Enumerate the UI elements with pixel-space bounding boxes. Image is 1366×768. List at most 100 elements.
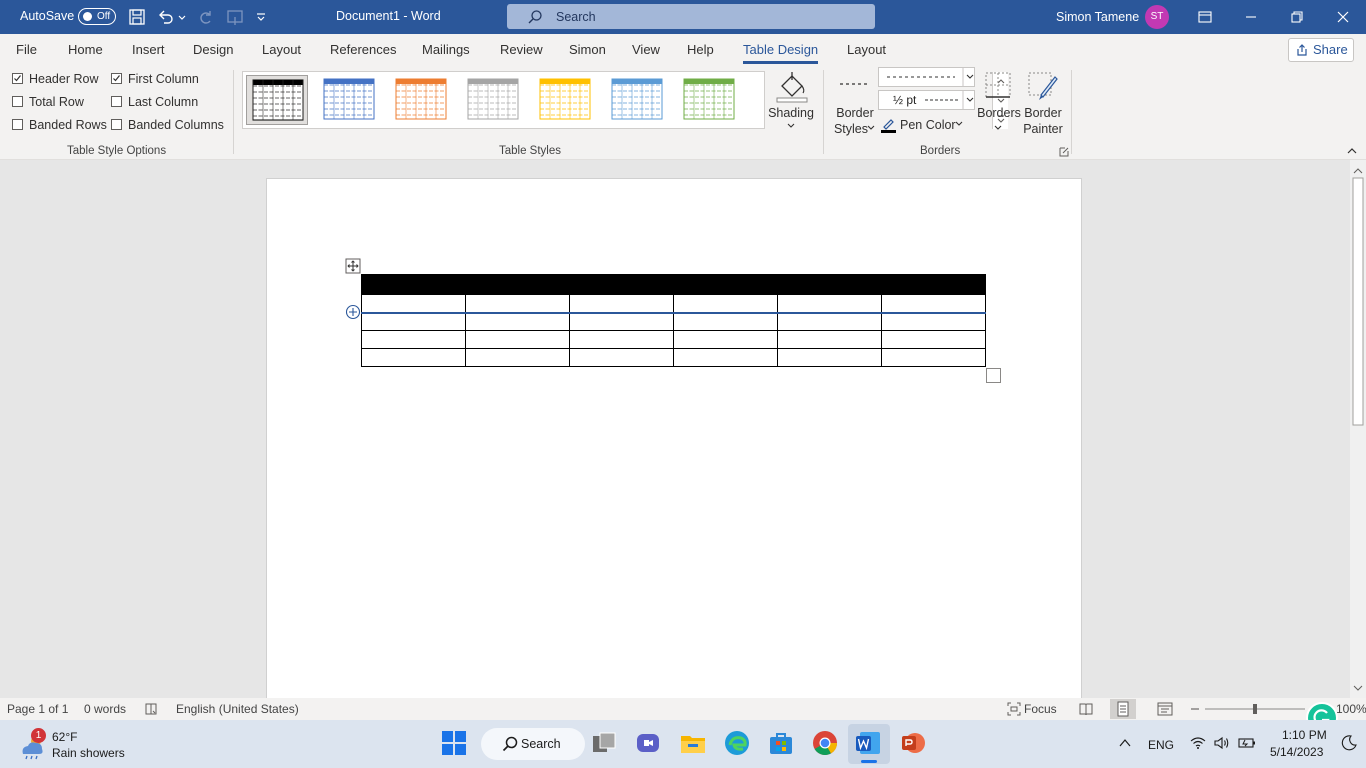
save-icon[interactable] xyxy=(127,7,147,27)
table-cell[interactable] xyxy=(881,330,986,349)
task-view-icon[interactable] xyxy=(591,730,617,756)
wifi-icon[interactable] xyxy=(1190,736,1206,750)
undo-icon[interactable] xyxy=(156,7,176,27)
teams-chat-icon[interactable] xyxy=(635,730,661,756)
border-painter-icon[interactable] xyxy=(1027,71,1059,103)
table-cell[interactable] xyxy=(777,312,882,331)
chrome-icon[interactable] xyxy=(812,730,838,756)
table-cell[interactable] xyxy=(465,348,570,367)
pen-color-icon[interactable] xyxy=(880,117,898,133)
shading-icon[interactable] xyxy=(772,70,812,110)
table-cell[interactable] xyxy=(361,330,466,349)
search-box[interactable]: Search xyxy=(507,4,875,29)
tab-help[interactable]: Help xyxy=(687,42,714,57)
tab-simon[interactable]: Simon xyxy=(569,42,606,57)
zoom-out-icon[interactable] xyxy=(1188,701,1202,717)
word-count[interactable]: 0 words xyxy=(84,702,126,716)
undo-dropdown-icon[interactable] xyxy=(177,7,187,27)
table-cell[interactable] xyxy=(777,348,882,367)
border-styles-icon[interactable] xyxy=(838,76,870,96)
border-styles-label-1[interactable]: Border xyxy=(834,105,876,121)
borders-dialog-launcher-icon[interactable] xyxy=(1059,147,1069,157)
table-cell[interactable] xyxy=(673,348,778,367)
battery-icon[interactable] xyxy=(1238,736,1256,750)
tab-table-layout[interactable]: Layout xyxy=(847,42,886,57)
table-cell[interactable] xyxy=(361,348,466,367)
table-cell[interactable] xyxy=(569,274,674,295)
table-cell[interactable] xyxy=(673,294,778,313)
redo-icon[interactable] xyxy=(195,7,215,27)
table-cell[interactable] xyxy=(673,330,778,349)
tab-mailings[interactable]: Mailings xyxy=(422,42,470,57)
print-layout-icon[interactable] xyxy=(1110,699,1136,719)
table-cell[interactable] xyxy=(777,330,882,349)
table-cell[interactable] xyxy=(569,312,674,331)
vertical-scrollbar[interactable] xyxy=(1350,160,1366,698)
table-cell[interactable] xyxy=(881,348,986,367)
proofing-icon[interactable] xyxy=(144,702,158,716)
table-style-thumb[interactable] xyxy=(246,75,308,125)
tab-layout[interactable]: Layout xyxy=(262,42,301,57)
table-style-thumb[interactable] xyxy=(534,75,596,125)
table-row[interactable] xyxy=(361,294,986,313)
zoom-slider[interactable] xyxy=(1205,701,1305,717)
web-layout-icon[interactable] xyxy=(1157,701,1173,717)
table-style-thumb[interactable] xyxy=(678,75,740,125)
word-taskbar-button[interactable] xyxy=(848,724,890,764)
tab-review[interactable]: Review xyxy=(500,42,543,57)
border-painter-label-2[interactable]: Painter xyxy=(1021,121,1065,137)
volume-icon[interactable] xyxy=(1213,736,1231,750)
tab-table-design[interactable]: Table Design xyxy=(743,42,819,64)
user-name[interactable]: Simon Tamene xyxy=(1056,10,1139,24)
focus-label[interactable]: Focus xyxy=(1024,702,1057,716)
tab-insert[interactable]: Insert xyxy=(132,42,165,57)
pen-color-label[interactable]: Pen Color xyxy=(900,117,956,133)
read-mode-icon[interactable] xyxy=(1078,701,1094,717)
table-cell[interactable] xyxy=(465,312,570,331)
table-cell[interactable] xyxy=(777,294,882,313)
focus-icon[interactable] xyxy=(1007,702,1021,716)
table-cell[interactable] xyxy=(673,274,778,295)
table-cell[interactable] xyxy=(465,330,570,349)
table-cell[interactable] xyxy=(361,274,466,295)
tab-design[interactable]: Design xyxy=(193,42,233,57)
shading-dropdown-icon[interactable] xyxy=(786,122,796,130)
touch-mode-icon[interactable] xyxy=(225,7,245,27)
shading-label[interactable]: Shading xyxy=(768,105,814,121)
minimize-button[interactable] xyxy=(1228,0,1274,34)
table-row[interactable] xyxy=(361,330,986,349)
weather-desc[interactable]: Rain showers xyxy=(52,746,125,760)
table-row[interactable] xyxy=(361,348,986,367)
document-page[interactable] xyxy=(266,178,1082,718)
microsoft-store-icon[interactable] xyxy=(768,730,794,756)
clock-time[interactable]: 1:10 PM xyxy=(1282,728,1327,742)
tab-file[interactable]: File xyxy=(16,42,37,57)
table-cell[interactable] xyxy=(881,294,986,313)
borders-label[interactable]: Borders xyxy=(977,105,1021,121)
table-style-thumb[interactable] xyxy=(462,75,524,125)
table-move-handle-icon[interactable] xyxy=(345,258,361,274)
avatar[interactable]: ST xyxy=(1145,5,1169,29)
table-header-row[interactable] xyxy=(361,274,986,295)
table-cell[interactable] xyxy=(361,294,466,313)
pen-color-dropdown-icon[interactable] xyxy=(954,120,964,128)
tab-view[interactable]: View xyxy=(632,42,660,57)
borders-dropdown-icon[interactable] xyxy=(993,124,1003,132)
table-style-thumb[interactable] xyxy=(318,75,380,125)
table-style-thumb[interactable] xyxy=(390,75,452,125)
table-cell[interactable] xyxy=(569,294,674,313)
table-cell[interactable] xyxy=(881,312,986,331)
table-cell[interactable] xyxy=(673,312,778,331)
line-weight-dropdown[interactable]: ½ pt xyxy=(878,90,975,110)
language[interactable]: English (United States) xyxy=(176,702,299,716)
share-button[interactable]: Share xyxy=(1288,38,1354,62)
autosave-toggle[interactable]: Off xyxy=(78,8,116,25)
collapse-ribbon-icon[interactable] xyxy=(1346,146,1358,156)
table-resize-handle[interactable] xyxy=(986,368,1001,383)
table-cell[interactable] xyxy=(881,274,986,295)
tab-home[interactable]: Home xyxy=(68,42,103,57)
start-icon[interactable] xyxy=(441,730,467,756)
ribbon-display-options-button[interactable] xyxy=(1182,0,1228,34)
edge-icon[interactable] xyxy=(724,730,750,756)
border-styles-dropdown-icon[interactable] xyxy=(866,124,876,132)
